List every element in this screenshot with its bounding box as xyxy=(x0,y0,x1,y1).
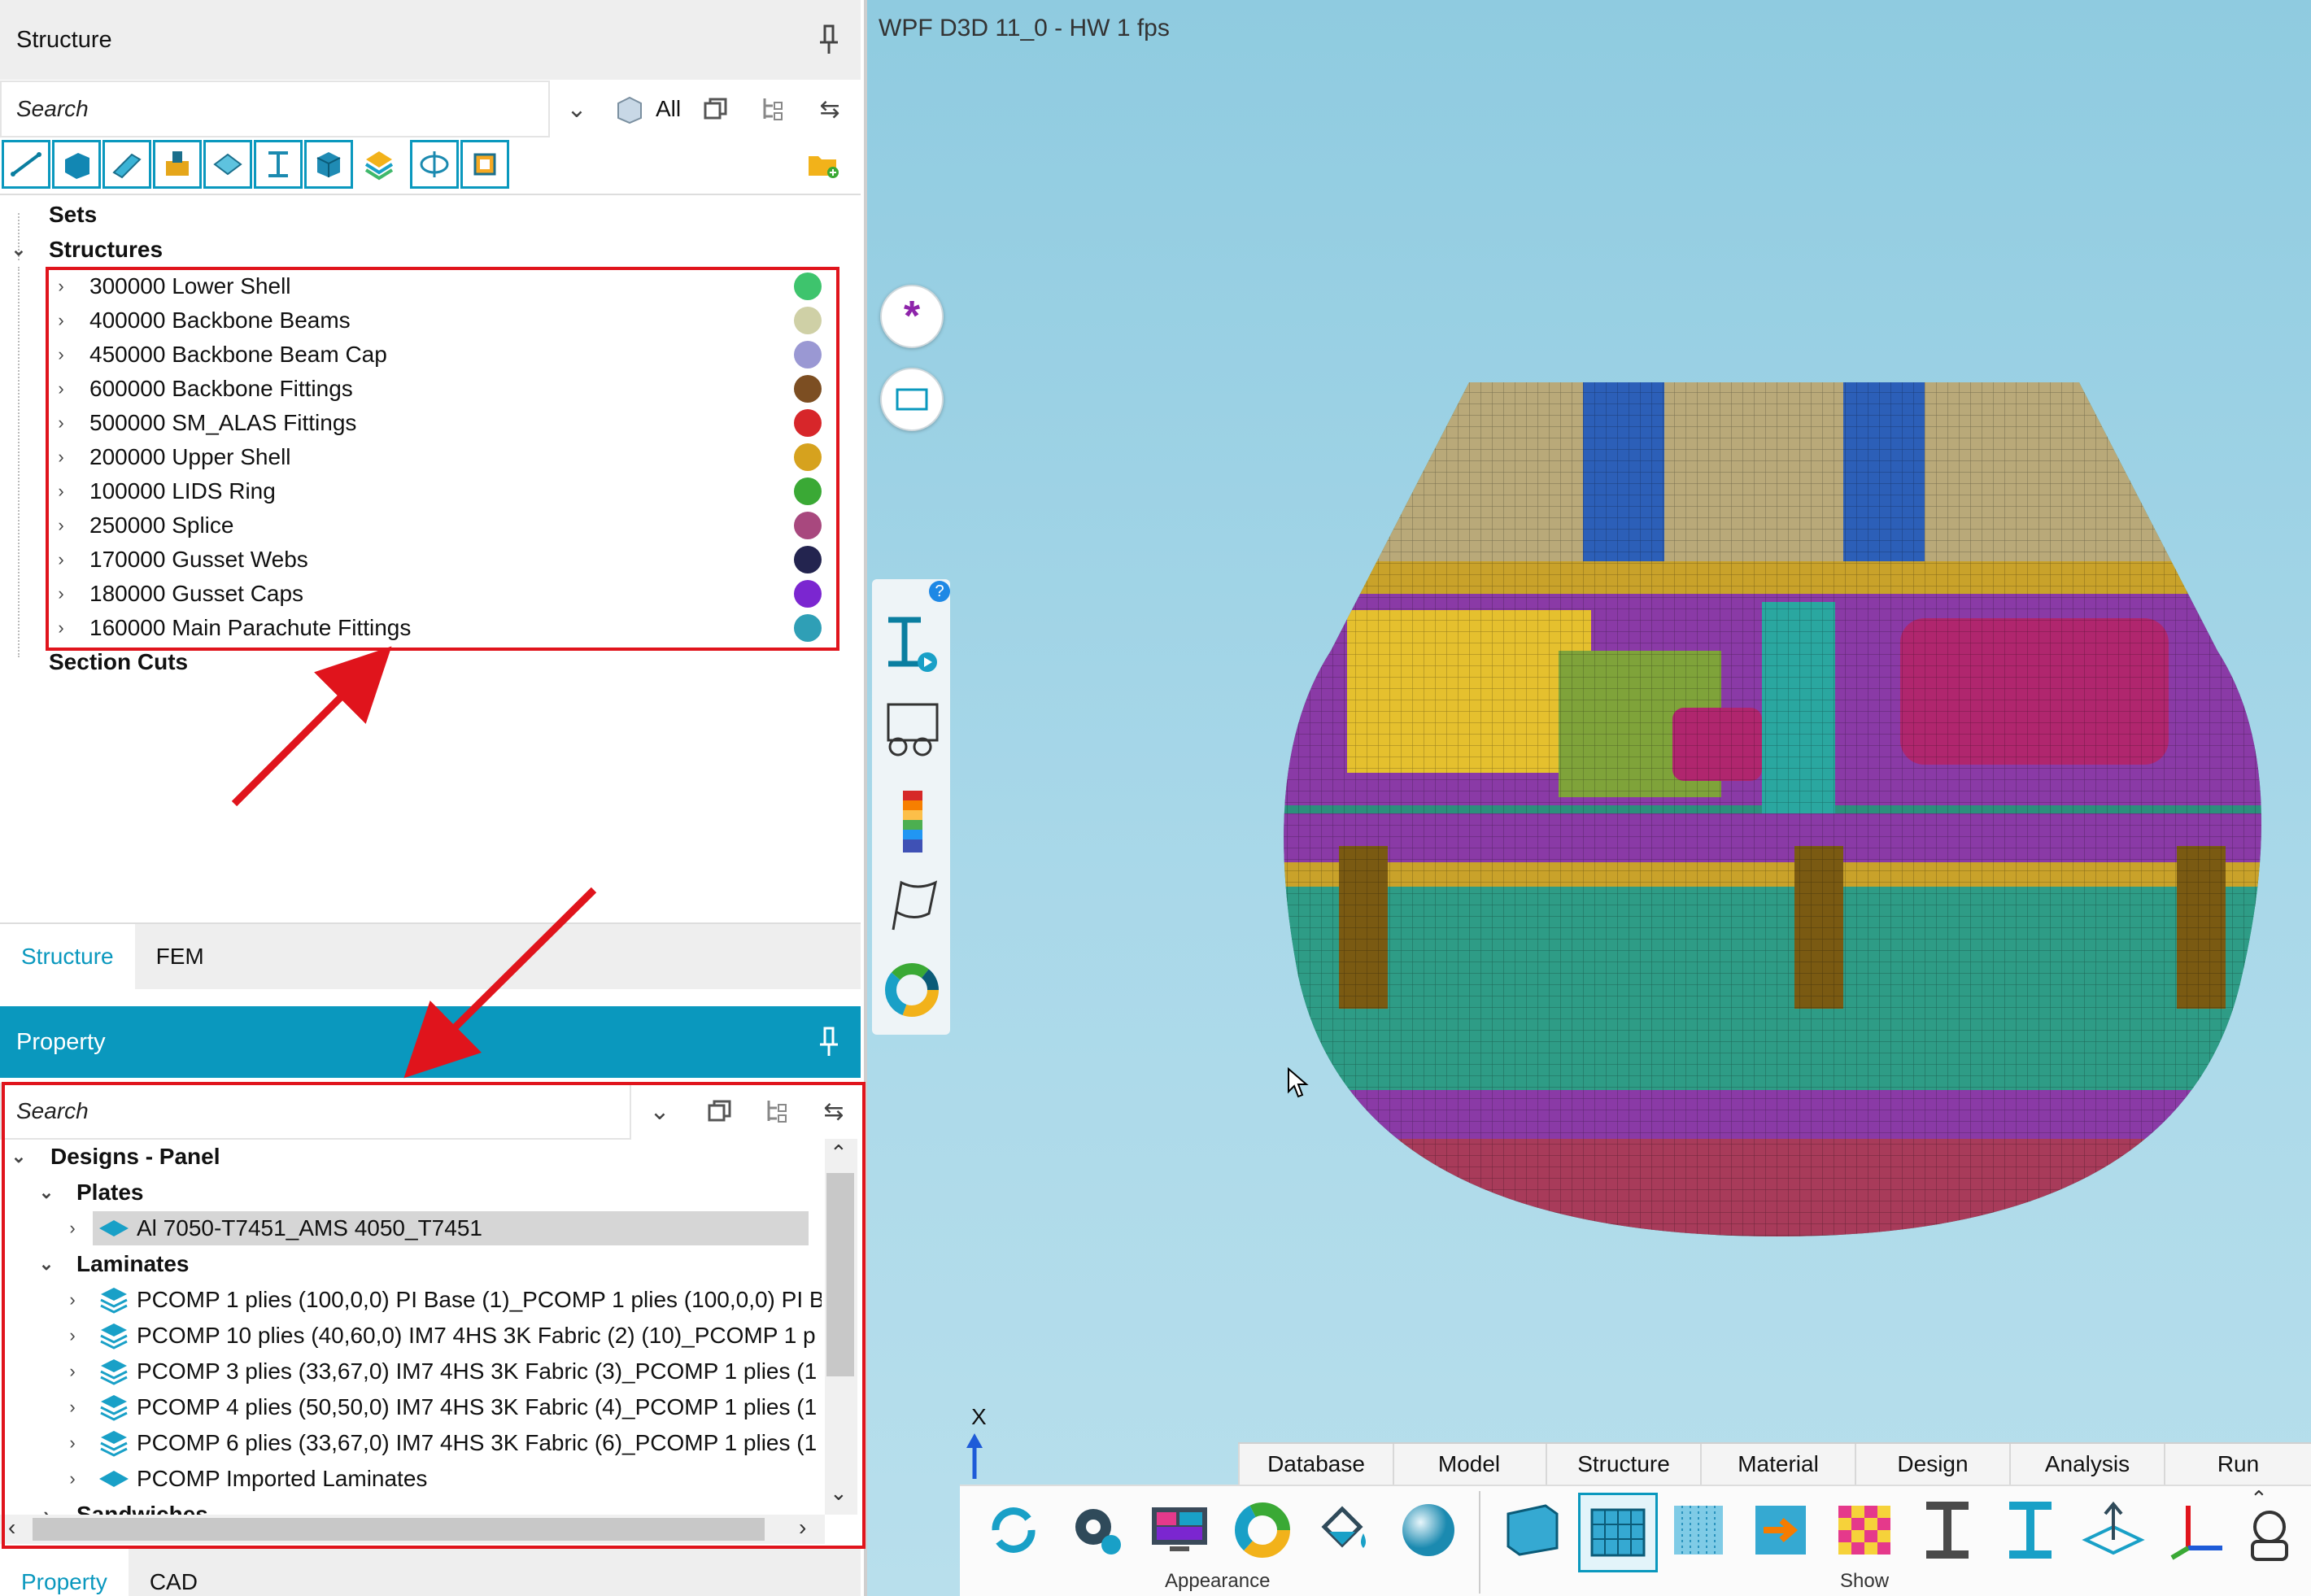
ribbon-tab-structure[interactable]: Structure xyxy=(1547,1444,1702,1485)
astronaut-icon[interactable] xyxy=(2234,1493,2305,1568)
ribbon-group-divider xyxy=(1479,1491,1480,1594)
capsule-fem-model[interactable] xyxy=(1241,358,2311,1277)
mesh-grid-icon[interactable] xyxy=(1578,1493,1658,1572)
settings-eye-icon[interactable] xyxy=(1059,1493,1134,1568)
3d-viewport[interactable]: WPF D3D 11_0 - HW 1 fps * ? X Database M… xyxy=(867,0,2311,1596)
checker-pattern-icon[interactable] xyxy=(1827,1493,1902,1568)
sphere-icon[interactable] xyxy=(1391,1493,1466,1568)
ribbon-group-appearance: Appearance xyxy=(1165,1570,1271,1592)
viewer-glasses-icon[interactable] xyxy=(882,701,942,758)
ribbon-toolbar: Database Model Structure Material Design… xyxy=(960,1442,2311,1596)
help-icon[interactable]: ? xyxy=(929,581,950,602)
annotation-highlight-box xyxy=(2,1082,866,1549)
arrow-to-structures xyxy=(231,646,392,807)
arrow-to-property xyxy=(403,887,597,1079)
viewport-title: WPF D3D 11_0 - HW 1 fps xyxy=(879,15,1170,41)
axis-triad-icon xyxy=(966,1433,983,1479)
flag-icon[interactable] xyxy=(885,876,942,933)
property-tabs: Property CAD xyxy=(0,1549,861,1596)
ribbon-tab-run[interactable]: Run xyxy=(2165,1444,2311,1485)
dotted-mesh-icon[interactable] xyxy=(1661,1493,1736,1568)
rectangle-select-icon[interactable] xyxy=(880,368,944,431)
annotation-arrows xyxy=(231,646,597,1079)
ribbon-tab-material[interactable]: Material xyxy=(1702,1444,1856,1485)
donut-chart-icon[interactable] xyxy=(883,962,940,1018)
color-wheel-icon[interactable] xyxy=(1225,1493,1300,1568)
axis-label-x: X xyxy=(971,1404,987,1429)
ibeam-gray-icon[interactable] xyxy=(1910,1493,1985,1568)
ibeam-play-icon[interactable] xyxy=(883,615,940,674)
ibeam-blue-icon[interactable] xyxy=(1993,1493,2068,1568)
axes-triad-icon[interactable] xyxy=(2159,1493,2234,1568)
display-monitor-icon[interactable] xyxy=(1142,1493,1217,1568)
left-panel: Structure Search ⌄ All ⇆ Sets ⌄ Structur… xyxy=(0,0,867,1596)
ribbon-tab-analysis[interactable]: Analysis xyxy=(2011,1444,2165,1485)
viewport-side-toolbar: ? xyxy=(872,579,950,1035)
tab-cad[interactable]: CAD xyxy=(129,1549,219,1596)
ribbon-tab-model[interactable]: Model xyxy=(1393,1444,1547,1485)
box-view-icon[interactable] xyxy=(1495,1493,1570,1568)
asterisk-icon[interactable]: * xyxy=(880,285,944,348)
fill-bucket-icon[interactable] xyxy=(1308,1493,1383,1568)
color-legend-icon[interactable] xyxy=(903,791,922,853)
ribbon-tab-design[interactable]: Design xyxy=(1856,1444,2011,1485)
ribbon-tab-database[interactable]: Database xyxy=(1238,1444,1394,1485)
refresh-icon[interactable] xyxy=(976,1493,1051,1568)
orientation-arrow-icon[interactable] xyxy=(1744,1493,1819,1568)
mouse-cursor-icon xyxy=(1288,1067,1309,1098)
plane-normal-icon[interactable] xyxy=(2076,1493,2151,1568)
tab-property[interactable]: Property xyxy=(0,1549,129,1596)
ribbon-group-show: Show xyxy=(1840,1570,1890,1592)
